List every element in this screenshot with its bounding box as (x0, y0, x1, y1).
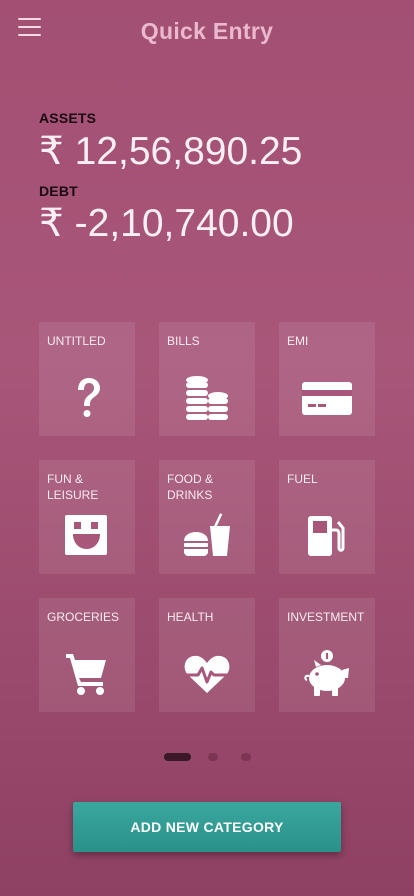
category-label: FUN & LEISURE (47, 472, 99, 502)
debt-label: DEBT (39, 183, 78, 199)
fuel-pump-icon (302, 510, 352, 560)
heartbeat-icon (182, 648, 232, 698)
page-title: Quick Entry (140, 18, 274, 44)
assets-amount: ₹ 12,56,890.25 (39, 130, 303, 173)
category-tile-investment[interactable]: INVESTMENT (279, 598, 375, 712)
add-new-category-button[interactable]: ADD NEW CATEGORY (73, 802, 341, 852)
category-label: BILLS (167, 334, 200, 348)
category-label: EMI (287, 334, 309, 348)
shopping-cart-icon (62, 648, 112, 698)
category-label: FOOD & DRINKS (167, 472, 214, 502)
category-tile-untitled[interactable]: UNTITLED (39, 322, 135, 436)
credit-card-icon (302, 372, 352, 422)
category-tile-bills[interactable]: BILLS (159, 322, 255, 436)
category-tile-health[interactable]: HEALTH (159, 598, 255, 712)
category-label: INVESTMENT (287, 610, 365, 624)
debt-amount: ₹ -2,10,740.00 (39, 202, 294, 245)
category-label: HEALTH (167, 610, 214, 624)
piggy-bank-icon (302, 648, 352, 698)
smiley-face-icon (62, 510, 112, 560)
category-label: UNTITLED (47, 334, 106, 348)
page-dot-3[interactable] (241, 753, 251, 761)
page-indicator (0, 752, 414, 762)
category-tile-food-drinks[interactable]: FOOD & DRINKS (159, 460, 255, 574)
category-tile-emi[interactable]: EMI (279, 322, 375, 436)
category-tile-groceries[interactable]: GROCERIES (39, 598, 135, 712)
category-tile-fun-leisure[interactable]: FUN & LEISURE (39, 460, 135, 574)
category-label: GROCERIES (47, 610, 120, 624)
category-label: FUEL (287, 472, 318, 486)
category-tile-fuel[interactable]: FUEL (279, 460, 375, 574)
coins-stack-icon (182, 372, 232, 422)
page-dot-1[interactable] (164, 753, 191, 761)
app-header: Quick Entry (0, 0, 414, 64)
assets-label: ASSETS (39, 110, 97, 126)
burger-drink-icon (182, 510, 232, 560)
page-dot-2[interactable] (208, 753, 218, 761)
question-mark-icon (62, 372, 112, 422)
